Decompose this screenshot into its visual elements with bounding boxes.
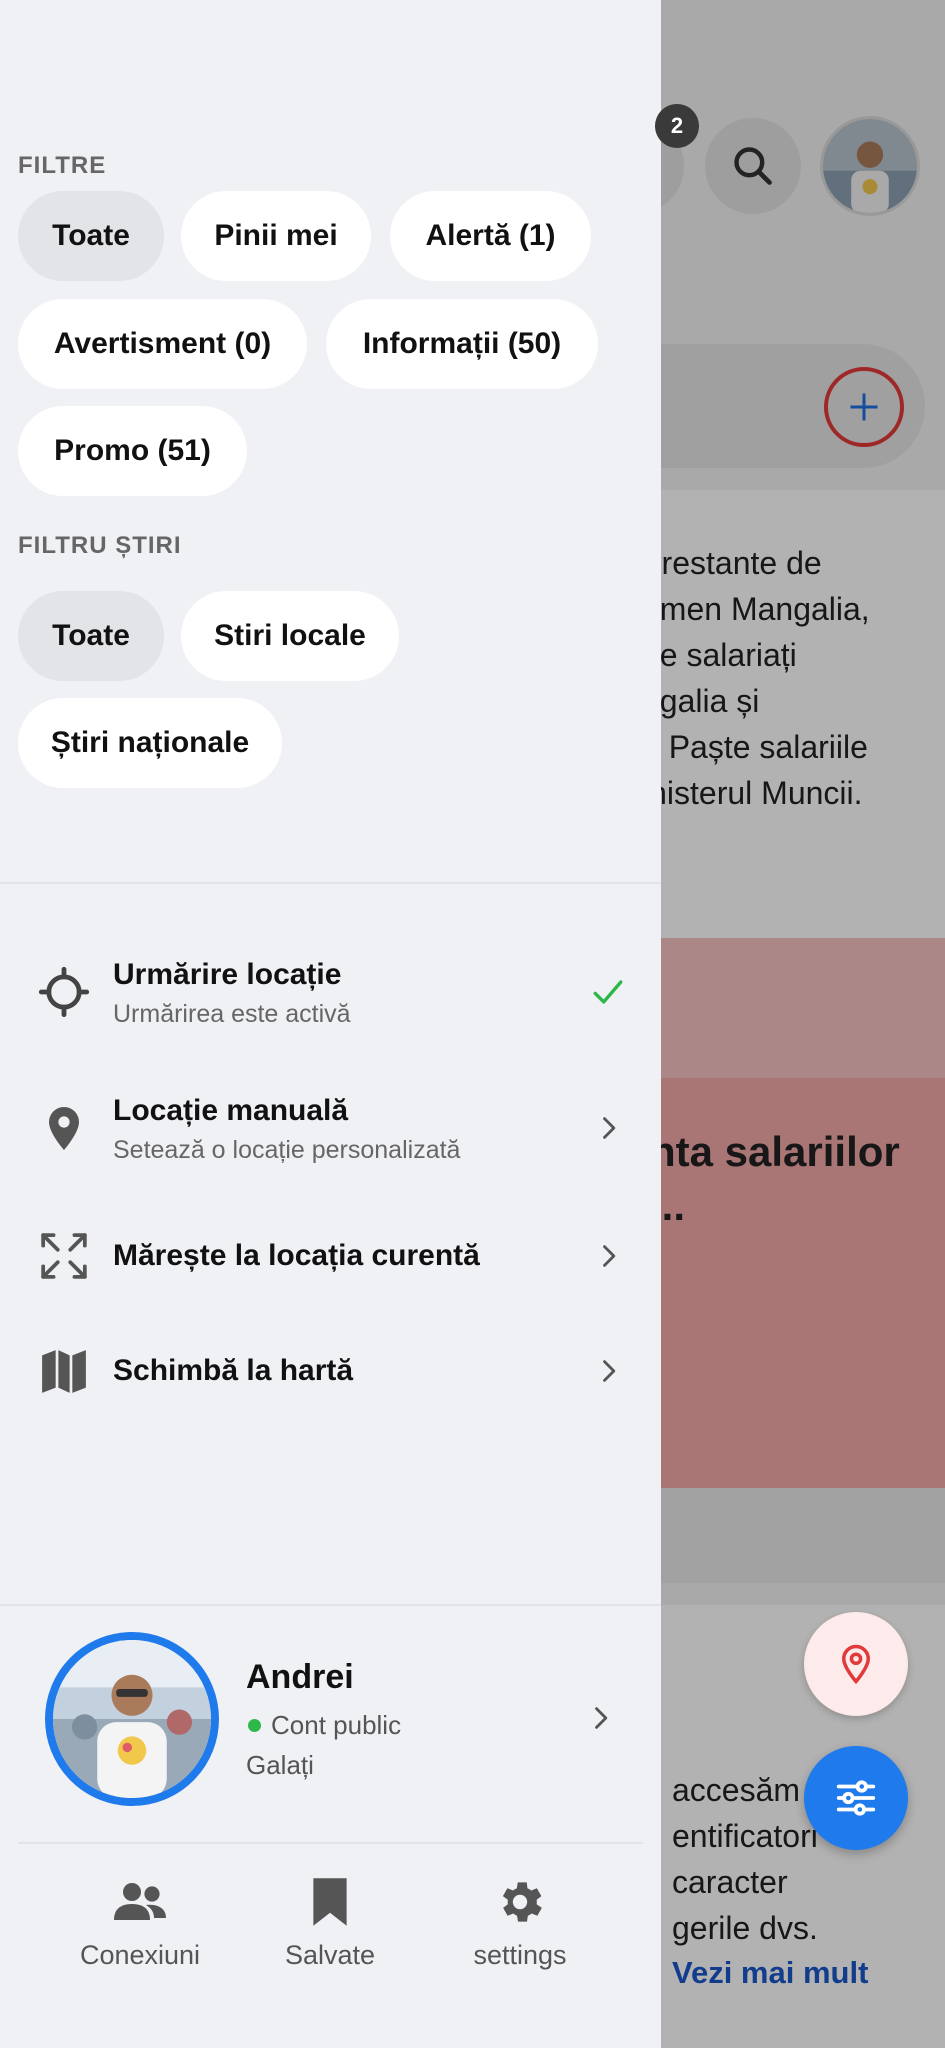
check-icon <box>588 972 628 1012</box>
menu-subtitle: Setează o locație personalizată <box>113 1136 461 1164</box>
side-drawer: FILTRE Toate Pinii mei Alertă (1) Averti… <box>0 0 661 2048</box>
menu-switch-to-map[interactable]: Schimbă la hartă <box>0 1311 661 1431</box>
people-icon <box>112 1874 168 1930</box>
location-pin-icon <box>841 1644 871 1685</box>
filter-chip-info[interactable]: Informații (50) <box>326 299 598 389</box>
menu-title: Urmărire locație <box>113 958 342 991</box>
filters-title: FILTRE <box>18 152 107 179</box>
chevron-right-icon <box>588 1108 628 1148</box>
bottom-nav: Conexiuni Salvate settings <box>18 1842 643 1992</box>
chevron-right-icon <box>588 1236 628 1276</box>
news-filter-title: FILTRU ȘTIRI <box>18 532 182 559</box>
notification-badge: 2 <box>655 104 699 148</box>
filter-chip-all[interactable]: Toate <box>18 191 164 281</box>
expand-icon <box>36 1228 92 1284</box>
news-chip-all[interactable]: Toate <box>18 591 164 681</box>
menu-manual-location[interactable]: Locație manuală Setează o locație person… <box>0 1068 661 1188</box>
online-status-dot <box>248 1719 261 1732</box>
nav-label: settings <box>473 1940 567 1970</box>
nav-label: Salvate <box>284 1940 376 1970</box>
profile-status-label: Cont public <box>271 1710 402 1740</box>
nav-saved[interactable]: Salvate <box>240 1868 420 1978</box>
filter-chip-my-pins[interactable]: Pinii mei <box>181 191 371 281</box>
profile-status: Cont public <box>246 1710 401 1741</box>
news-chip-local[interactable]: Stiri locale <box>181 591 399 681</box>
sliders-icon <box>836 1780 876 1816</box>
chevron-right-icon <box>588 1351 628 1391</box>
nav-label: Conexiuni <box>79 1940 201 1970</box>
menu-title: Locație manuală <box>113 1094 349 1127</box>
bookmark-icon <box>302 1874 358 1930</box>
menu-zoom-current-location[interactable]: Mărește la locația curentă <box>0 1196 661 1316</box>
nav-settings[interactable]: settings <box>430 1868 610 1978</box>
profile-card[interactable]: Andrei Cont public Galați <box>0 1608 661 1828</box>
filter-chip-promo[interactable]: Promo (51) <box>18 406 247 496</box>
news-chip-national[interactable]: Știri naționale <box>18 698 282 788</box>
menu-location-tracking[interactable]: Urmărire locație Urmărirea este activă <box>0 932 661 1052</box>
menu-title: Mărește la locația curentă <box>113 1239 480 1272</box>
location-fab[interactable] <box>804 1612 908 1716</box>
location-pin-icon <box>36 1100 92 1156</box>
profile-city: Galați <box>246 1750 314 1780</box>
avatar[interactable] <box>45 1632 219 1806</box>
map-icon <box>36 1343 92 1399</box>
filter-chip-warning[interactable]: Avertisment (0) <box>18 299 307 389</box>
filter-fab[interactable] <box>804 1746 908 1850</box>
filter-chip-alert[interactable]: Alertă (1) <box>390 191 591 281</box>
divider <box>0 1604 661 1606</box>
gear-icon <box>492 1874 548 1930</box>
menu-title: Schimbă la hartă <box>113 1354 354 1387</box>
menu-subtitle: Urmărirea este activă <box>113 1000 351 1028</box>
nav-connections[interactable]: Conexiuni <box>50 1868 230 1978</box>
chevron-right-icon <box>580 1698 620 1738</box>
crosshair-icon <box>36 964 92 1020</box>
profile-name: Andrei <box>246 1658 354 1696</box>
divider <box>0 882 661 884</box>
